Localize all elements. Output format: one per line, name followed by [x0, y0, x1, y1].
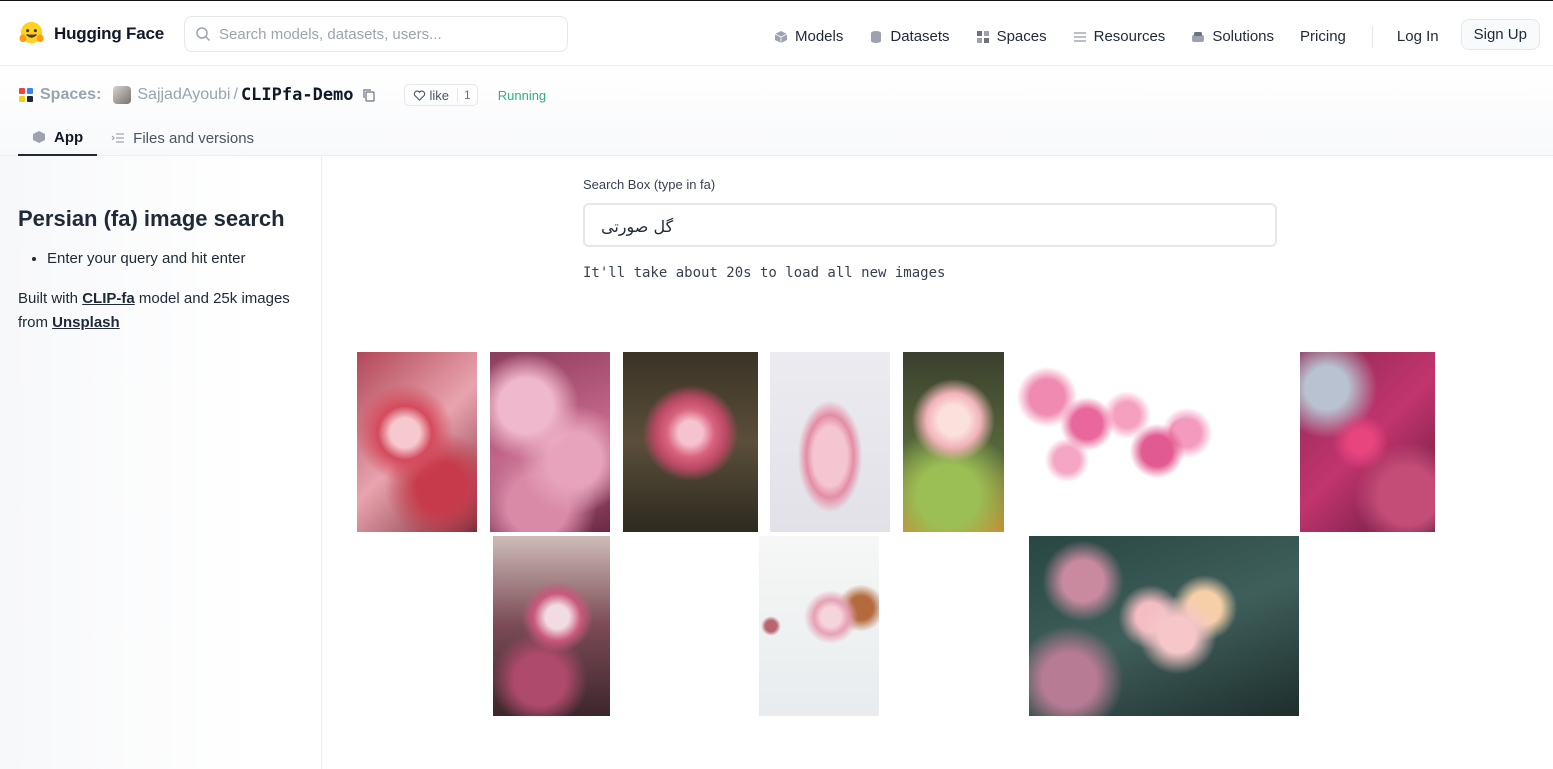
- nav-solutions[interactable]: Solutions: [1191, 26, 1274, 48]
- heart-icon: [413, 89, 425, 101]
- result-image[interactable]: [759, 536, 879, 716]
- owner-avatar: [113, 86, 132, 104]
- result-image[interactable]: [770, 352, 890, 532]
- result-image[interactable]: [490, 352, 610, 532]
- spaces-section-label[interactable]: Spaces:: [40, 86, 101, 104]
- space-header: Spaces: SajjadAyoubi / CLIPfa-Demo like …: [0, 66, 1553, 156]
- query-input[interactable]: گل صورتی: [583, 203, 1277, 247]
- like-main: like: [405, 88, 458, 103]
- like-button[interactable]: like 1: [403, 84, 478, 106]
- sidebar-title: Persian (fa) image search: [18, 206, 285, 231]
- nav-datasets-label: Datasets: [890, 28, 950, 45]
- query-value: گل صورتی: [601, 217, 674, 236]
- top-navbar: Hugging Face Models Datasets Spaces Reso…: [0, 0, 1553, 66]
- space-name[interactable]: CLIPfa-Demo: [241, 85, 354, 105]
- nav-pricing[interactable]: Pricing: [1300, 26, 1346, 48]
- nav-datasets[interactable]: Datasets: [869, 26, 950, 48]
- like-count: 1: [457, 88, 477, 102]
- search-input[interactable]: [219, 25, 549, 43]
- grid-icon: [976, 30, 989, 43]
- result-image[interactable]: [1029, 536, 1299, 716]
- nav-resources-label: Resources: [1093, 28, 1166, 45]
- nav-models[interactable]: Models: [774, 26, 843, 48]
- list-icon: [1073, 31, 1086, 42]
- result-image[interactable]: [1017, 352, 1217, 532]
- global-search[interactable]: [184, 16, 568, 52]
- cube-icon: [33, 131, 45, 143]
- cube-icon: [774, 30, 788, 43]
- status-badge: Running: [497, 87, 547, 103]
- app-sidebar: Persian (fa) image search Enter your que…: [0, 156, 322, 769]
- app-main: Search Box (type in fa) گل صورتی It'll t…: [322, 156, 1553, 769]
- tab-app-label: App: [54, 128, 84, 146]
- load-message: It'll take about 20s to load all new ima…: [583, 265, 946, 281]
- spaces-icon: [19, 88, 33, 102]
- search-box-label: Search Box (type in fa): [583, 177, 716, 192]
- result-image[interactable]: [1300, 352, 1435, 532]
- built-with-text: Built with CLIP-fa model and 25k images …: [18, 287, 303, 335]
- nav-resources[interactable]: Resources: [1073, 26, 1166, 48]
- nav-spaces[interactable]: Spaces: [976, 26, 1047, 48]
- database-icon: [871, 30, 882, 43]
- result-image[interactable]: [903, 352, 1004, 532]
- tab-files[interactable]: Files and versions: [97, 120, 268, 156]
- nav-spaces-label: Spaces: [996, 28, 1047, 45]
- result-image[interactable]: [357, 352, 477, 532]
- tab-app[interactable]: App: [18, 120, 98, 156]
- nav-pricing-label: Pricing: [1300, 28, 1346, 45]
- space-tabs: App Files and versions: [18, 120, 268, 156]
- tab-files-label: Files and versions: [133, 129, 255, 147]
- search-icon: [196, 27, 211, 42]
- instructions-list: Enter your query and hit enter: [18, 250, 303, 267]
- breadcrumb: Spaces: SajjadAyoubi / CLIPfa-Demo like …: [18, 84, 546, 106]
- unsplash-link[interactable]: Unsplash: [52, 314, 120, 331]
- brand-logo[interactable]: Hugging Face: [18, 20, 164, 47]
- stack-icon: [1192, 31, 1205, 42]
- hugging-face-logo-icon: [19, 21, 44, 44]
- login-link[interactable]: Log In: [1397, 28, 1439, 45]
- files-icon: [111, 133, 125, 143]
- nav-models-label: Models: [795, 28, 844, 45]
- copy-icon[interactable]: [362, 88, 376, 102]
- brand-name: Hugging Face: [54, 23, 164, 43]
- result-image[interactable]: [623, 352, 758, 532]
- clip-fa-link[interactable]: CLIP-fa: [82, 290, 135, 307]
- breadcrumb-separator: /: [233, 86, 238, 103]
- result-image[interactable]: [493, 536, 610, 716]
- owner-link[interactable]: SajjadAyoubi: [137, 86, 230, 104]
- signup-button[interactable]: Sign Up: [1460, 19, 1540, 50]
- instruction-item: Enter your query and hit enter: [47, 250, 303, 267]
- built-prefix: Built with: [18, 290, 83, 307]
- nav-links: Models Datasets Spaces Resources Solutio…: [774, 19, 1540, 50]
- nav-divider: [1371, 25, 1373, 48]
- nav-solutions-label: Solutions: [1212, 28, 1275, 45]
- like-label: like: [429, 87, 450, 103]
